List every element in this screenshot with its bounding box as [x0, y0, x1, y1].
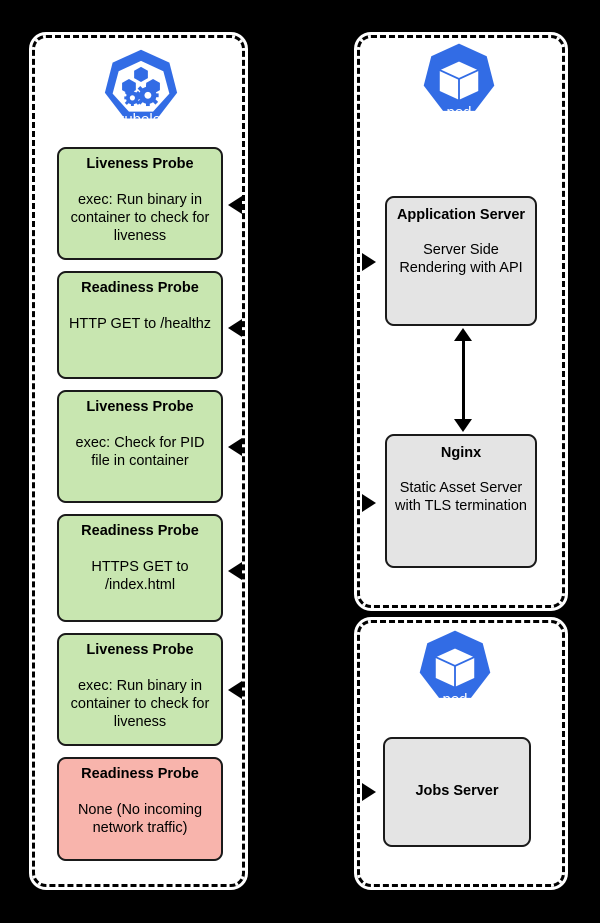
readiness-probe-card-3[interactable]: Readiness Probe None (No incoming networ…	[57, 757, 223, 861]
jobs-server-box[interactable]: Jobs Server	[383, 737, 531, 847]
kubernetes-pod-icon: pod	[413, 629, 497, 713]
arrow-to-application-server	[362, 253, 376, 271]
kubernetes-kubelet-icon: kubelet	[98, 48, 184, 134]
probe-body: exec: Check for PID file in container	[75, 434, 205, 469]
server-body: Server Side Rendering with API	[399, 242, 523, 277]
kubernetes-pod-icon: pod	[417, 42, 501, 126]
probe-title: Readiness Probe	[81, 280, 199, 296]
liveness-probe-card-2[interactable]: Liveness Probe exec: Check for PID file …	[57, 390, 223, 503]
application-server-box[interactable]: Application Server Server Side Rendering…	[385, 196, 537, 326]
probe-title: Readiness Probe	[81, 523, 199, 539]
server-body: Static Asset Server with TLS termination	[395, 480, 527, 515]
probe-title: Readiness Probe	[81, 766, 199, 782]
probe-body: HTTP GET to /healthz	[68, 315, 212, 332]
server-title: Jobs Server	[415, 783, 499, 800]
arrow-application-server-to-nginx	[454, 328, 472, 432]
arrow-to-liveness-probe-3	[228, 681, 242, 699]
readiness-probe-card-1[interactable]: Readiness Probe HTTP GET to /healthz	[57, 271, 223, 379]
liveness-probe-card-3[interactable]: Liveness Probe exec: Run binary in conta…	[57, 633, 223, 746]
probe-title: Liveness Probe	[86, 156, 194, 172]
probe-body: exec: Run binary in container to check f…	[70, 677, 210, 731]
diagram-canvas: kubelet Liveness Probe exec: Run binary …	[0, 0, 600, 923]
liveness-probe-card-1[interactable]: Liveness Probe exec: Run binary in conta…	[57, 147, 223, 260]
arrow-to-readiness-probe-2	[228, 562, 242, 580]
probe-body: None (No incoming network traffic)	[77, 801, 203, 836]
probe-title: Liveness Probe	[86, 399, 194, 415]
arrow-shaft	[461, 337, 465, 423]
probe-title: Liveness Probe	[86, 642, 194, 658]
readiness-probe-card-2[interactable]: Readiness Probe HTTPS GET to /index.html	[57, 514, 223, 622]
probe-body: exec: Run binary in container to check f…	[70, 191, 210, 245]
probe-body: HTTPS GET to /index.html	[91, 558, 189, 593]
server-title: Application Server	[396, 207, 526, 223]
arrow-to-nginx	[362, 494, 376, 512]
nginx-server-box[interactable]: Nginx Static Asset Server with TLS termi…	[385, 434, 537, 568]
server-title: Nginx	[440, 445, 482, 461]
arrow-to-jobs-server	[362, 783, 376, 801]
arrow-head-down-icon	[454, 419, 472, 432]
arrow-to-liveness-probe-1	[228, 196, 242, 214]
arrow-to-liveness-probe-2	[228, 438, 242, 456]
arrow-to-readiness-probe-1	[228, 319, 242, 337]
